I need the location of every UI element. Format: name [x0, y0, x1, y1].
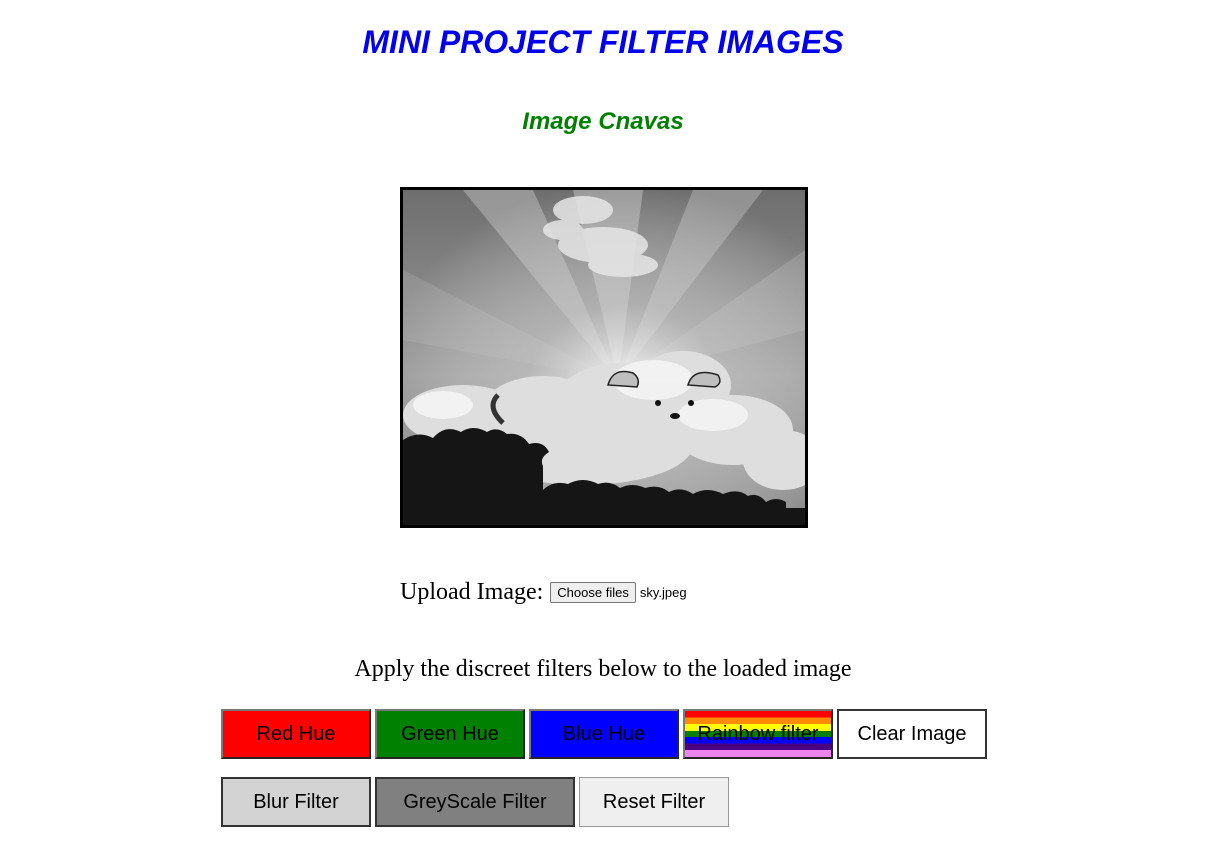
- selected-file-name: sky.jpeg: [639, 584, 687, 600]
- image-canvas[interactable]: [400, 187, 808, 528]
- clear-image-button[interactable]: Clear Image: [837, 709, 987, 759]
- green-hue-button[interactable]: Green Hue: [375, 709, 525, 759]
- upload-row: Upload Image: Choose files sky.jpeg: [400, 576, 687, 608]
- upload-label: Upload Image:: [400, 578, 544, 605]
- sky-image: [403, 190, 805, 525]
- red-hue-button[interactable]: Red Hue: [221, 709, 371, 759]
- blue-hue-button[interactable]: Blue Hue: [529, 709, 679, 759]
- greyscale-filter-button[interactable]: GreyScale Filter: [375, 777, 575, 827]
- reset-filter-button[interactable]: Reset Filter: [579, 777, 729, 827]
- canvas-heading: Image Cnavas: [522, 108, 684, 135]
- rainbow-filter-button[interactable]: Rainbow filter: [683, 709, 833, 759]
- blur-filter-button[interactable]: Blur Filter: [221, 777, 371, 827]
- choose-files-button[interactable]: Choose files: [550, 581, 636, 603]
- page-title: MINI PROJECT FILTER IMAGES: [362, 24, 844, 60]
- instructions-text: Apply the discreet filters below to the …: [354, 656, 852, 682]
